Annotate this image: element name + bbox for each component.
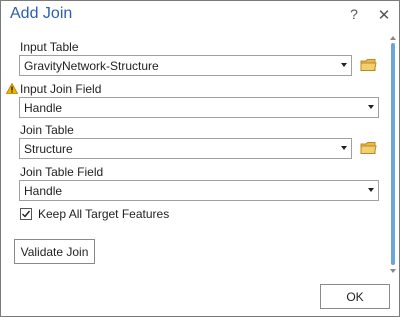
- title-bar: Add Join ? ✕: [1, 1, 399, 31]
- join-table-field-label: Join Table Field: [20, 165, 104, 179]
- chevron-down-icon: [368, 188, 374, 192]
- chevron-down-icon: [341, 146, 347, 150]
- join-table-dropdown[interactable]: Structure: [19, 138, 352, 159]
- input-table-value: GravityNetwork-Structure: [24, 59, 159, 73]
- scrollbar-thumb[interactable]: [391, 43, 395, 265]
- keep-all-label: Keep All Target Features: [38, 207, 170, 221]
- join-table-field-dropdown[interactable]: Handle: [19, 180, 379, 201]
- keep-all-checkbox[interactable]: [20, 208, 32, 220]
- input-join-field-dropdown[interactable]: Handle: [19, 97, 379, 118]
- join-table-field-value: Handle: [24, 184, 63, 198]
- join-table-value: Structure: [24, 142, 73, 156]
- scroll-down-arrow[interactable]: [390, 269, 396, 273]
- input-table-label: Input Table: [20, 40, 79, 54]
- dialog-title: Add Join: [10, 5, 73, 22]
- close-button[interactable]: ✕: [376, 6, 392, 24]
- validate-join-button[interactable]: Validate Join: [14, 239, 95, 264]
- warning-icon: [5, 82, 19, 94]
- input-join-field-value: Handle: [24, 101, 63, 115]
- folder-icon[interactable]: [360, 141, 377, 155]
- chevron-down-icon: [368, 105, 374, 109]
- chevron-down-icon: [341, 63, 347, 67]
- add-join-dialog: Add Join ? ✕ Input Table GravityNetwork-…: [0, 0, 400, 317]
- input-table-dropdown[interactable]: GravityNetwork-Structure: [19, 55, 352, 76]
- help-button[interactable]: ?: [346, 6, 362, 24]
- scroll-up-arrow[interactable]: [390, 36, 396, 40]
- ok-button[interactable]: OK: [320, 284, 390, 309]
- input-join-field-label: Input Join Field: [20, 82, 102, 96]
- join-table-label: Join Table: [20, 123, 74, 137]
- folder-icon[interactable]: [360, 58, 377, 72]
- check-icon: [22, 210, 31, 218]
